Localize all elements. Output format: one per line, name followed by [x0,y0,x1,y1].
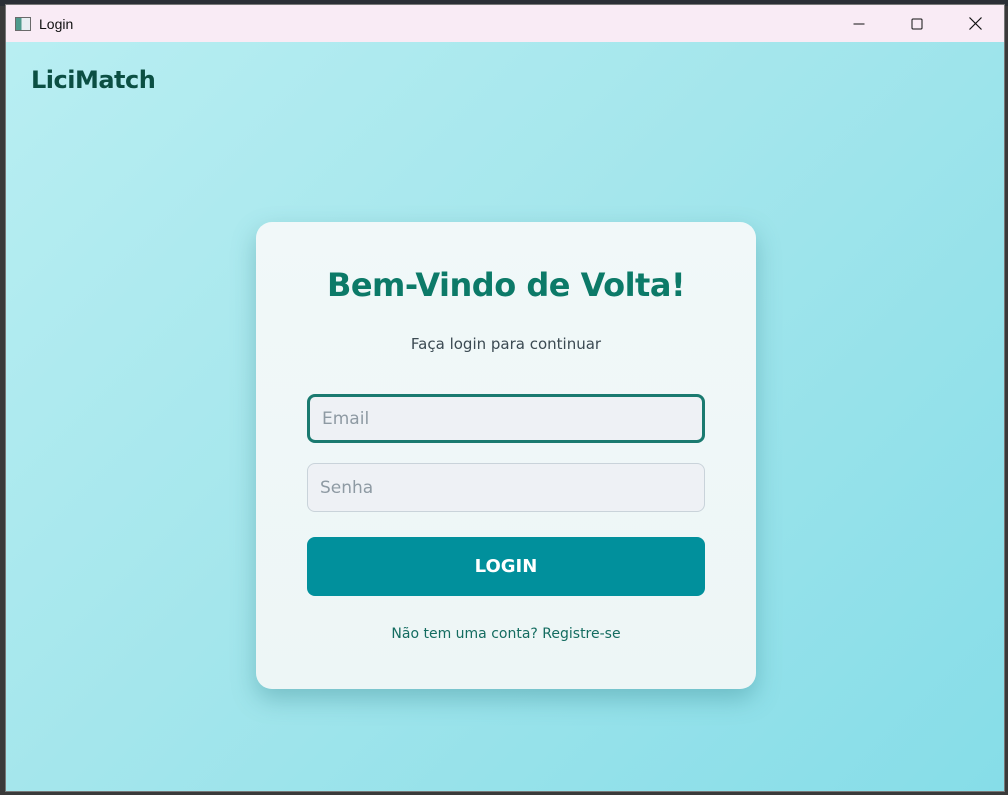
email-field[interactable] [307,394,705,443]
card-subtitle: Faça login para continuar [410,335,602,353]
brand-logo-text: LiciMatch [31,66,156,94]
close-button[interactable] [946,5,1004,42]
window-app-icon [15,16,31,31]
window-controls [830,5,1004,42]
card-title: Bem-Vindo de Volta! [326,266,686,304]
register-link[interactable]: Não tem uma conta? Registre-se [256,626,756,642]
login-page: LiciMatch Bem-Vindo de Volta! Faça login… [6,42,1004,791]
window-titlebar[interactable]: Login [6,5,1004,42]
minimize-button[interactable] [830,5,888,42]
login-button[interactable]: LOGIN [307,537,705,596]
window-title: Login [39,15,74,32]
maximize-icon [911,18,923,29]
login-card: Bem-Vindo de Volta! Faça login para cont… [256,222,756,689]
password-field[interactable] [307,463,705,512]
close-icon [968,17,982,30]
minimize-icon [853,23,865,24]
maximize-button[interactable] [888,5,946,42]
login-window: Login LiciMatch Bem-Vindo de Volta! Faça… [5,4,1005,792]
